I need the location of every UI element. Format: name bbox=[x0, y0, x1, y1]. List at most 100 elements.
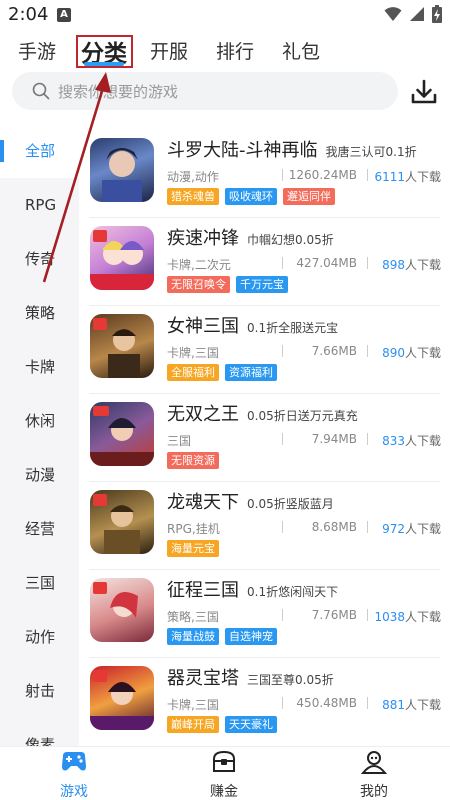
game-tag: 自选神宠 bbox=[225, 628, 277, 645]
game-row[interactable]: 疾速冲锋 巾帼幻想0.05折 卡牌,二次元 427.04MB 898人下载 无限… bbox=[79, 218, 450, 306]
game-tags: 海量元宝 bbox=[167, 540, 219, 557]
bottom-nav: 游戏 赚金 我的 bbox=[0, 746, 450, 800]
app-screen: 2:04 A 手游 分类 开服 排行 礼包 搜索你想要的游戏 全部 RPG 传奇… bbox=[0, 0, 450, 800]
game-promo: 0.1折全服送元宝 bbox=[247, 321, 339, 335]
sidebar-item-label: 传奇 bbox=[25, 250, 56, 268]
game-promo: 三国至尊0.05折 bbox=[247, 673, 334, 687]
game-promo: 0.05折日送万元真充 bbox=[247, 409, 358, 423]
game-downloads: 6111人下载 bbox=[374, 170, 441, 184]
tab-new-servers[interactable]: 开服 bbox=[150, 37, 188, 64]
sidebar-item-label: 全部 bbox=[25, 142, 56, 160]
game-tag: 邂逅同伴 bbox=[283, 188, 335, 205]
game-name: 斗罗大陆-斗神再临 bbox=[167, 140, 318, 161]
game-tags: 海量战鼓 自选神宠 bbox=[167, 628, 277, 645]
sidebar-item-card[interactable]: 卡牌 bbox=[0, 340, 79, 394]
sidebar-item-label: 动漫 bbox=[25, 466, 56, 484]
sidebar-item-rpg[interactable]: RPG bbox=[0, 178, 79, 232]
game-tags: 无限资源 bbox=[167, 452, 219, 469]
game-category: 三国 bbox=[167, 434, 192, 448]
gamepad-icon bbox=[62, 752, 86, 771]
person-icon bbox=[360, 751, 388, 774]
sidebar-item-label: 三国 bbox=[25, 574, 56, 592]
game-tag: 海量战鼓 bbox=[167, 628, 219, 645]
search-icon bbox=[32, 82, 50, 100]
tab-mobile-games[interactable]: 手游 bbox=[18, 37, 56, 64]
game-downloads: 890人下载 bbox=[382, 346, 441, 360]
category-sidebar: 全部 RPG 传奇 策略 卡牌 休闲 动漫 经营 三国 动作 射击 像素 bbox=[0, 124, 79, 746]
sidebar-item-pixel[interactable]: 像素 bbox=[0, 718, 79, 746]
sidebar-item-label: 休闲 bbox=[25, 412, 56, 430]
game-row[interactable]: 龙魂天下 0.05折竖版蓝月 RPG,挂机 8.68MB 972人下载 海量元宝 bbox=[79, 482, 450, 570]
game-promo: 我唐三认可0.1折 bbox=[325, 145, 417, 159]
nav-label: 我的 bbox=[360, 784, 388, 800]
game-icon bbox=[90, 666, 154, 730]
game-tag: 资源福利 bbox=[225, 364, 277, 381]
status-time: 2:04 bbox=[8, 4, 49, 25]
game-promo: 0.05折竖版蓝月 bbox=[247, 497, 334, 511]
sidebar-item-strategy[interactable]: 策略 bbox=[0, 286, 79, 340]
game-category: 卡牌,三国 bbox=[167, 346, 219, 360]
game-tags: 全服福利 资源福利 bbox=[167, 364, 277, 381]
game-promo: 巾帼幻想0.05折 bbox=[247, 233, 334, 247]
sidebar-item-label: RPG bbox=[25, 196, 57, 214]
download-icon[interactable] bbox=[408, 76, 440, 108]
game-tags: 猎杀魂兽 吸收魂环 邂逅同伴 bbox=[167, 188, 335, 205]
game-tag: 全服福利 bbox=[167, 364, 219, 381]
active-category-marker bbox=[0, 140, 4, 162]
sidebar-item-legend[interactable]: 传奇 bbox=[0, 232, 79, 286]
wifi-icon bbox=[384, 7, 402, 21]
game-name: 器灵宝塔 bbox=[167, 668, 239, 689]
annotation-highlight-box bbox=[76, 35, 133, 68]
game-name: 无双之王 bbox=[167, 404, 239, 425]
game-icon bbox=[90, 402, 154, 466]
game-category: RPG,挂机 bbox=[167, 522, 220, 536]
game-tag: 无限召唤令 bbox=[167, 276, 230, 293]
game-size: 450.48MB bbox=[296, 696, 357, 710]
sidebar-item-three-kingdoms[interactable]: 三国 bbox=[0, 556, 79, 610]
sidebar-item-shooter[interactable]: 射击 bbox=[0, 664, 79, 718]
game-row[interactable]: 器灵宝塔 三国至尊0.05折 卡牌,三国 450.48MB 881人下载 巅峰开… bbox=[79, 658, 450, 746]
game-downloads: 833人下载 bbox=[382, 434, 441, 448]
nav-label: 游戏 bbox=[60, 784, 88, 800]
top-tab-bar: 手游 分类 开服 排行 礼包 bbox=[0, 32, 450, 68]
search-input[interactable]: 搜索你想要的游戏 bbox=[12, 72, 398, 110]
sidebar-item-label: 经营 bbox=[25, 520, 56, 538]
game-row[interactable]: 女神三国 0.1折全服送元宝 卡牌,三国 7.66MB 890人下载 全服福利 … bbox=[79, 306, 450, 394]
nav-profile[interactable]: 我的 bbox=[334, 749, 414, 800]
tab-ranking[interactable]: 排行 bbox=[216, 37, 254, 64]
game-row[interactable]: 无双之王 0.05折日送万元真充 三国 7.94MB 833人下载 无限资源 bbox=[79, 394, 450, 482]
game-icon bbox=[90, 138, 154, 202]
sidebar-item-label: 策略 bbox=[25, 304, 56, 322]
cellular-signal-icon bbox=[410, 7, 424, 21]
sidebar-item-anime[interactable]: 动漫 bbox=[0, 448, 79, 502]
game-tag: 千万元宝 bbox=[236, 276, 288, 293]
nav-earn[interactable]: 赚金 bbox=[184, 749, 264, 800]
game-row[interactable]: 征程三国 0.1折悠闲闯天下 策略,三国 7.76MB 1038人下载 海量战鼓… bbox=[79, 570, 450, 658]
sidebar-item-label: 卡牌 bbox=[25, 358, 56, 376]
game-row[interactable]: 斗罗大陆-斗神再临 我唐三认可0.1折 动漫,动作 1260.24MB 6111… bbox=[79, 130, 450, 218]
game-tag: 天天豪礼 bbox=[225, 716, 277, 733]
sidebar-item-all[interactable]: 全部 bbox=[0, 124, 79, 178]
game-tag: 猎杀魂兽 bbox=[167, 188, 219, 205]
game-icon bbox=[90, 226, 154, 290]
game-downloads: 972人下载 bbox=[382, 522, 441, 536]
tab-gift-packs[interactable]: 礼包 bbox=[282, 37, 320, 64]
game-tag: 巅峰开局 bbox=[167, 716, 219, 733]
game-size: 427.04MB bbox=[296, 256, 357, 270]
game-size: 7.66MB bbox=[311, 344, 357, 358]
search-placeholder: 搜索你想要的游戏 bbox=[58, 82, 179, 101]
nav-games[interactable]: 游戏 bbox=[34, 749, 114, 800]
sidebar-item-casual[interactable]: 休闲 bbox=[0, 394, 79, 448]
sidebar-item-action[interactable]: 动作 bbox=[0, 610, 79, 664]
game-category: 卡牌,二次元 bbox=[167, 258, 231, 272]
game-name: 女神三国 bbox=[167, 316, 239, 337]
game-name: 龙魂天下 bbox=[167, 492, 239, 513]
game-downloads: 1038人下载 bbox=[374, 610, 441, 624]
sidebar-item-management[interactable]: 经营 bbox=[0, 502, 79, 556]
battery-charging-icon bbox=[432, 5, 442, 23]
sidebar-item-label: 像素 bbox=[25, 736, 56, 746]
sidebar-item-label: 射击 bbox=[25, 682, 56, 700]
game-name: 征程三国 bbox=[167, 580, 239, 601]
status-bar: 2:04 A bbox=[0, 0, 450, 30]
sidebar-item-label: 动作 bbox=[25, 628, 56, 646]
